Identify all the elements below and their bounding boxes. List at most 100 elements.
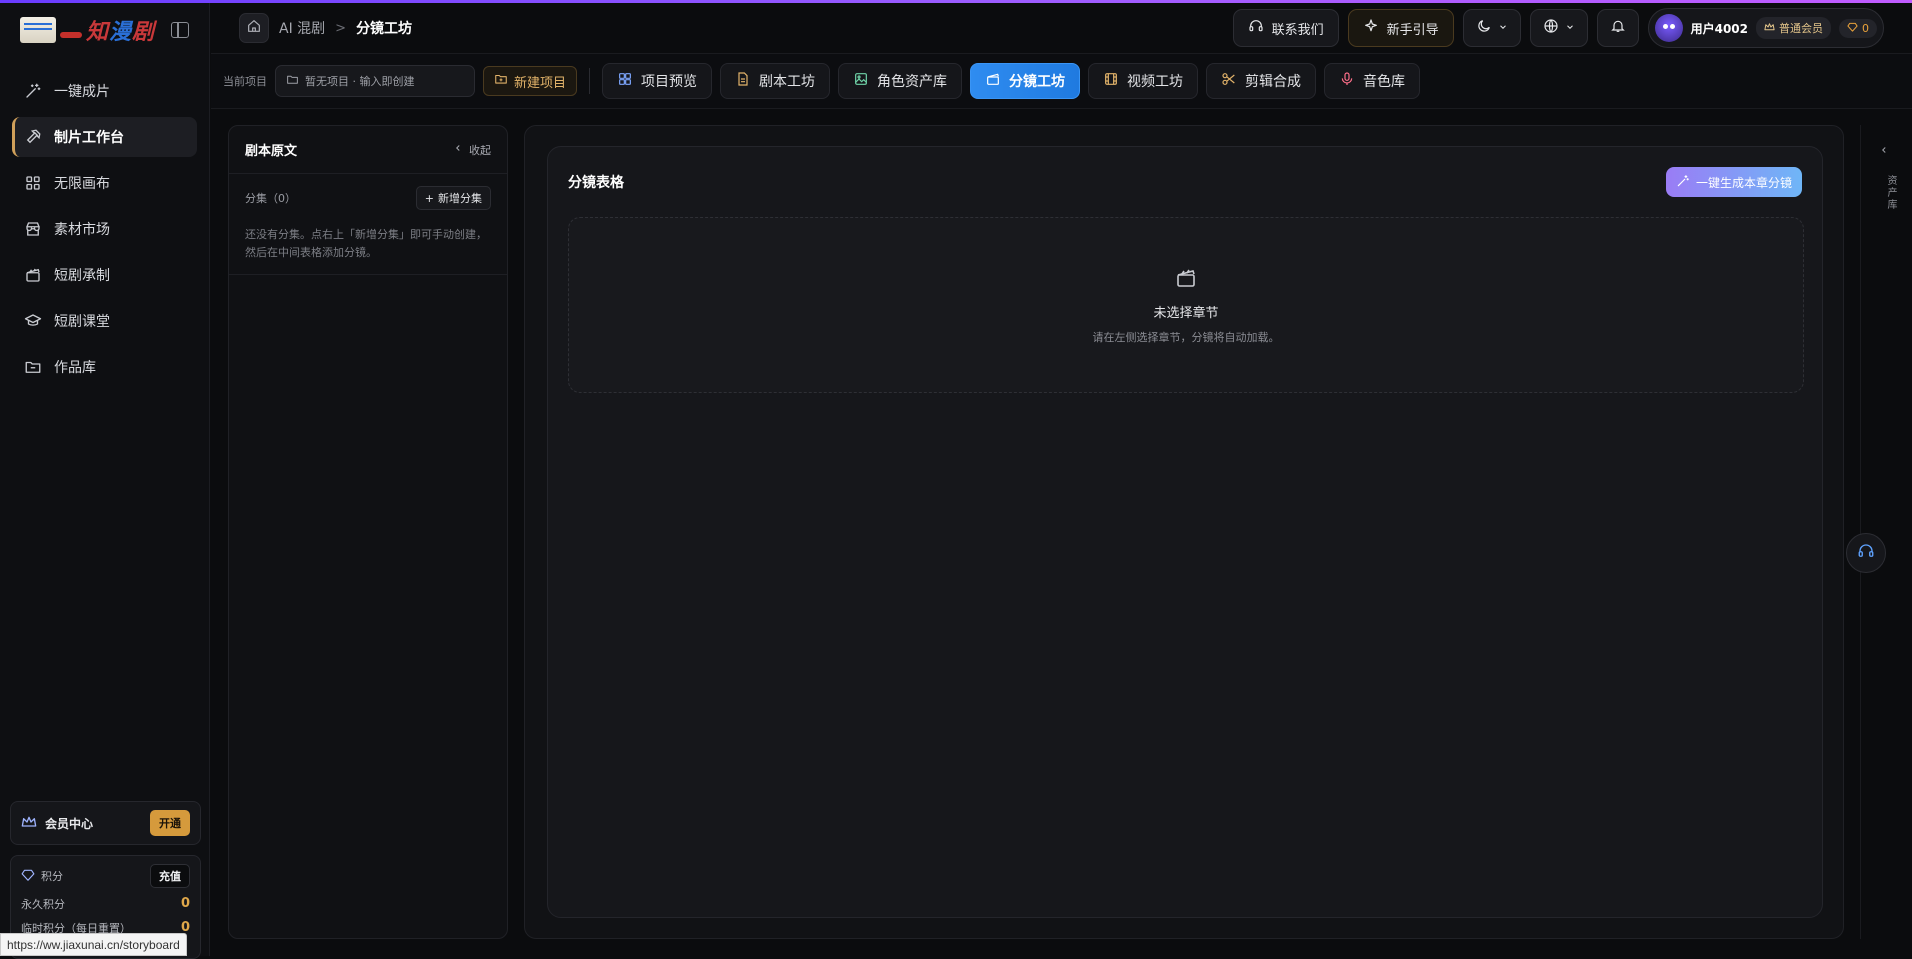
support-chat-button[interactable] <box>1846 533 1886 573</box>
dashboard-icon <box>617 71 633 91</box>
logo-book-icon <box>20 17 56 43</box>
store-icon <box>24 220 42 238</box>
breadcrumb-current: 分镜工坊 <box>356 21 413 37</box>
sidebar-collapse-icon[interactable] <box>171 22 189 38</box>
user-menu[interactable]: 用户4002 普通会员 0 <box>1647 8 1884 48</box>
new-project-label: 新建项目 <box>514 75 567 91</box>
storyboard-table-header: 分镜表格 一键生成本章分镜 <box>548 147 1822 217</box>
top-header: AI 混剧 > 分镜工坊 联系我们 新手引导 用户4002 普通会员 0 <box>211 3 1912 54</box>
permanent-points-value: 0 <box>180 896 190 911</box>
contact-button[interactable]: 联系我们 <box>1232 9 1339 47</box>
hammer-icon <box>24 128 42 146</box>
expand-rail-chevron-icon[interactable] <box>1879 143 1889 159</box>
app-logo[interactable]: 知漫剧 <box>20 14 155 46</box>
recharge-button[interactable]: 充值 <box>150 864 190 888</box>
sidebar-item-classroom[interactable]: 短剧课堂 <box>12 301 197 341</box>
sidebar-item-label: 制片工作台 <box>54 130 124 146</box>
episodes-section: 分集（0） + 新增分集 还没有分集。点右上「新增分集」即可手动创建，然后在中间… <box>229 174 507 275</box>
headset-icon <box>1248 18 1264 38</box>
language-toggle[interactable] <box>1529 9 1588 47</box>
member-badge-label: 普通会员 <box>1779 22 1823 35</box>
plus-icon: + <box>424 191 434 205</box>
status-url-tooltip: https://ww.jiaxunai.cn/storyboard <box>0 933 187 956</box>
new-project-button[interactable]: 新建项目 <box>483 66 578 96</box>
asset-library-label[interactable]: 资产库 <box>1883 175 1898 211</box>
episodes-row: 分集（0） + 新增分集 <box>245 186 491 210</box>
sidebar-item-production[interactable]: 短剧承制 <box>12 255 197 295</box>
sidebar-item-market[interactable]: 素材市场 <box>12 209 197 249</box>
theme-toggle[interactable] <box>1462 9 1521 47</box>
tab-storyboard-workshop[interactable]: 分镜工坊 <box>970 63 1081 99</box>
chevron-down-icon <box>1565 21 1575 36</box>
logo-char-3: 剧 <box>132 19 156 45</box>
episodes-count: 分集（0） <box>245 192 296 205</box>
sidebar: 知漫剧 一键成片 制片工作台 无限画布 素材市场 短剧承制 短剧课堂 作品库 会… <box>0 3 210 959</box>
sidebar-item-one-click[interactable]: 一键成片 <box>12 71 197 111</box>
notifications-button[interactable] <box>1596 9 1639 47</box>
script-panel-header: 剧本原文 收起 <box>229 126 507 174</box>
home-button[interactable] <box>239 13 269 43</box>
vip-open-button[interactable]: 开通 <box>150 810 190 836</box>
tab-script-workshop[interactable]: 剧本工坊 <box>720 63 831 99</box>
current-project-label: 当前项目 <box>223 75 267 88</box>
script-panel-title: 剧本原文 <box>245 144 298 159</box>
chevron-down-icon <box>1498 21 1508 36</box>
project-toolbar: 当前项目 暂无项目 · 输入即创建 新建项目 项目预览 剧本工坊 角色资产库 分… <box>211 54 1912 109</box>
sidebar-item-label: 作品库 <box>54 360 96 376</box>
asset-library-rail: 资产库 <box>1860 125 1912 939</box>
logo-row: 知漫剧 <box>0 3 209 57</box>
points-badge-value: 0 <box>1862 21 1869 35</box>
tab-label: 音色库 <box>1363 74 1406 90</box>
empty-state-description: 请在左侧选择章节，分镜将自动加载。 <box>1092 330 1280 344</box>
avatar <box>1654 14 1683 42</box>
sidebar-item-label: 短剧承制 <box>54 268 110 284</box>
guide-button[interactable]: 新手引导 <box>1347 9 1454 47</box>
globe-icon <box>1543 18 1559 38</box>
folder-icon <box>286 73 299 89</box>
project-input-placeholder: 暂无项目 · 输入即创建 <box>305 75 415 88</box>
project-input[interactable]: 暂无项目 · 输入即创建 <box>275 65 475 97</box>
chevron-left-icon <box>453 143 463 156</box>
vip-card: 会员中心 开通 <box>10 801 201 845</box>
logo-text: 知漫剧 <box>86 14 155 46</box>
sidebar-item-workbench[interactable]: 制片工作台 <box>12 117 197 157</box>
image-icon <box>853 71 869 91</box>
headset-icon <box>1857 542 1875 564</box>
clapperboard-icon <box>24 266 42 284</box>
tab-project-preview[interactable]: 项目预览 <box>602 63 713 99</box>
contact-label: 联系我们 <box>1271 22 1324 38</box>
logo-char-2: 漫 <box>109 19 133 45</box>
sidebar-item-label: 素材市场 <box>54 222 110 238</box>
home-icon <box>246 18 262 38</box>
breadcrumb-parent[interactable]: AI 混剧 <box>279 18 325 38</box>
film-icon <box>1103 71 1119 91</box>
header-actions: 联系我们 新手引导 用户4002 普通会员 0 <box>1232 8 1884 48</box>
member-badge: 普通会员 <box>1756 17 1831 39</box>
sidebar-item-works[interactable]: 作品库 <box>12 347 197 387</box>
tab-editing[interactable]: 剪辑合成 <box>1206 63 1317 99</box>
breadcrumb: AI 混剧 > 分镜工坊 <box>211 13 412 43</box>
tab-label: 分镜工坊 <box>1009 74 1066 90</box>
folder-plus-icon <box>494 72 508 90</box>
logo-char-1: 知 <box>86 19 110 45</box>
grid-icon <box>24 174 42 192</box>
add-episode-button[interactable]: + 新增分集 <box>415 186 491 210</box>
tab-label: 剧本工坊 <box>759 74 816 90</box>
diamond-icon <box>1847 22 1858 35</box>
tab-character-assets[interactable]: 角色资产库 <box>838 63 963 99</box>
collapse-panel-button[interactable]: 收起 <box>453 142 491 158</box>
tab-voice-library[interactable]: 音色库 <box>1324 63 1421 99</box>
tab-video-workshop[interactable]: 视频工坊 <box>1088 63 1199 99</box>
vip-center-link[interactable]: 会员中心 <box>21 815 93 832</box>
clapperboard-icon <box>985 71 1001 91</box>
storyboard-table-card: 分镜表格 一键生成本章分镜 未选择章节 请在左侧选择章节，分镜将自动加载。 <box>547 146 1823 918</box>
clapperboard-icon <box>1174 266 1198 294</box>
generate-storyboard-button[interactable]: 一键生成本章分镜 <box>1665 167 1802 197</box>
sidebar-item-canvas[interactable]: 无限画布 <box>12 163 197 203</box>
moon-icon <box>1476 18 1492 38</box>
points-label: 积分 <box>41 870 63 883</box>
empty-state-title: 未选择章节 <box>1153 305 1219 321</box>
crown-icon <box>21 815 37 832</box>
magic-wand-icon <box>24 82 42 100</box>
add-episode-label: 新增分集 <box>438 192 482 205</box>
